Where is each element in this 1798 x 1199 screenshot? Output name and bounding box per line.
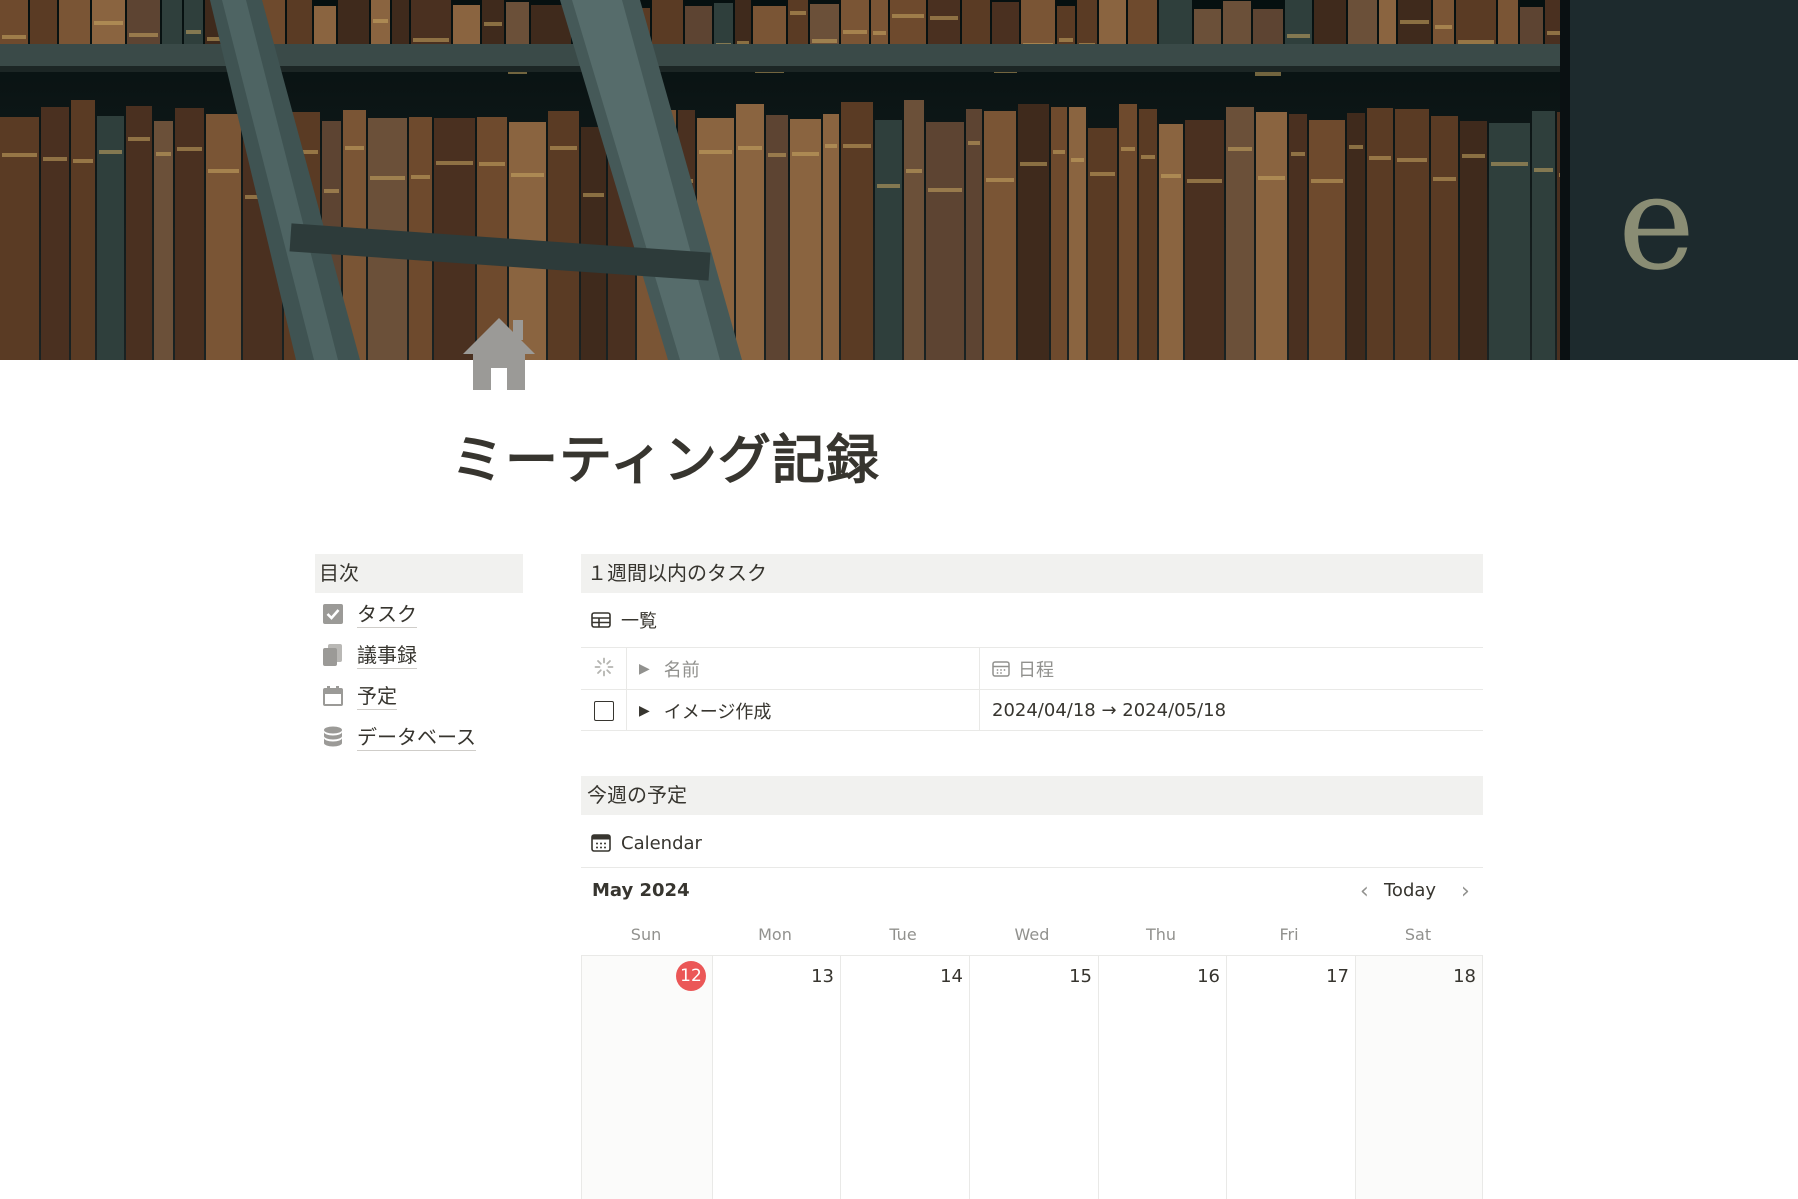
day-number: 18 bbox=[1453, 966, 1476, 987]
checkbox-icon bbox=[322, 603, 344, 625]
toc-item-schedule[interactable]: 予定 bbox=[322, 679, 397, 713]
toc-item-label: データベース bbox=[357, 724, 476, 751]
toc-item-label: 議事録 bbox=[357, 642, 417, 669]
title-property-icon: ▶ bbox=[639, 660, 650, 677]
toc-item-minutes[interactable]: 議事録 bbox=[322, 638, 417, 672]
table-icon bbox=[591, 609, 613, 631]
weekday-label: Thu bbox=[1145, 925, 1177, 944]
toggle-triangle-icon[interactable]: ▶ bbox=[639, 703, 650, 719]
calendar-day-cell[interactable]: 14 bbox=[841, 956, 970, 1199]
tasks-heading: １週間以内のタスク bbox=[581, 554, 1483, 593]
column-header-label: 日程 bbox=[1018, 659, 1054, 681]
toc-item-database[interactable]: データベース bbox=[322, 720, 476, 754]
toc-item-label: タスク bbox=[357, 601, 417, 628]
calendar-day-cell[interactable]: 18 bbox=[1356, 956, 1483, 1199]
home-icon[interactable] bbox=[461, 316, 537, 392]
day-number: 13 bbox=[811, 966, 834, 987]
schedule-heading: 今週の予定 bbox=[581, 776, 1483, 815]
table-row[interactable]: ▶ イメージ作成 2024/04/18 → 2024/05/18 bbox=[581, 689, 1483, 731]
today-button[interactable]: Today bbox=[1384, 880, 1436, 901]
task-name-cell[interactable]: ▶ イメージ作成 bbox=[627, 690, 980, 731]
task-checkbox[interactable] bbox=[593, 700, 614, 721]
weekday-label: Tue bbox=[889, 925, 917, 944]
weekday-label: Wed bbox=[1014, 925, 1050, 944]
day-number: 14 bbox=[940, 966, 963, 987]
task-date-cell[interactable]: 2024/04/18 → 2024/05/18 bbox=[980, 690, 1483, 731]
day-number: 17 bbox=[1326, 966, 1349, 987]
calendar-day-cell[interactable]: 15 bbox=[970, 956, 1099, 1199]
cover-image: e bbox=[0, 0, 1798, 360]
tasks-table: ▶ 名前 日程 ▶ イメージ作成 2024/04/18 → 2024/05/18 bbox=[581, 647, 1483, 731]
tab-list-view[interactable]: 一覧 bbox=[591, 605, 657, 635]
calendar-day-cell[interactable]: 17 bbox=[1227, 956, 1356, 1199]
day-number: 15 bbox=[1069, 966, 1092, 987]
chevron-left-icon: ‹ bbox=[1360, 878, 1369, 904]
toc-item-label: 予定 bbox=[357, 683, 397, 710]
calendar-day-cell[interactable]: 16 bbox=[1099, 956, 1227, 1199]
chevron-right-icon: › bbox=[1461, 878, 1470, 904]
day-number: 16 bbox=[1197, 966, 1220, 987]
next-month-button[interactable]: › bbox=[1461, 876, 1470, 906]
toc-heading: 目次 bbox=[315, 554, 523, 593]
page-title: ミーティング記録 bbox=[451, 430, 880, 491]
divider bbox=[581, 867, 1483, 868]
name-column-header[interactable]: ▶ 名前 bbox=[627, 648, 980, 689]
calendar-day-cell[interactable]: 13 bbox=[713, 956, 841, 1199]
table-header-row: ▶ 名前 日程 bbox=[581, 647, 1483, 689]
database-icon bbox=[322, 726, 344, 748]
task-date: 2024/04/18 → 2024/05/18 bbox=[992, 700, 1227, 721]
documents-icon bbox=[322, 644, 344, 666]
calendar-month-label: May 2024 bbox=[592, 880, 690, 901]
weekday-label: Fri bbox=[1279, 925, 1299, 944]
view-label: 一覧 bbox=[621, 611, 657, 632]
date-column-header[interactable]: 日程 bbox=[980, 648, 1483, 689]
calendar-icon bbox=[992, 660, 1010, 678]
toc-item-tasks[interactable]: タスク bbox=[322, 597, 417, 631]
weekday-label: Sat bbox=[1404, 925, 1432, 944]
loading-icon bbox=[594, 657, 614, 681]
status-column-header[interactable] bbox=[581, 648, 627, 689]
today-date-badge: 12 bbox=[676, 961, 706, 991]
tab-calendar-view[interactable]: Calendar bbox=[591, 828, 702, 858]
calendar-icon bbox=[591, 832, 613, 854]
weekday-label: Mon bbox=[758, 925, 792, 944]
column-header-label: 名前 bbox=[663, 659, 700, 681]
calendar-icon bbox=[322, 685, 344, 707]
svg-text:e: e bbox=[1618, 147, 1695, 299]
task-name: イメージ作成 bbox=[663, 701, 772, 723]
weekday-label: Sun bbox=[630, 925, 662, 944]
calendar-day-cell[interactable]: 12 bbox=[582, 956, 713, 1199]
prev-month-button[interactable]: ‹ bbox=[1360, 876, 1369, 906]
view-label: Calendar bbox=[621, 832, 702, 854]
task-checkbox-cell bbox=[581, 690, 627, 731]
calendar-grid: 12 13 14 15 16 17 18 bbox=[581, 955, 1483, 1199]
